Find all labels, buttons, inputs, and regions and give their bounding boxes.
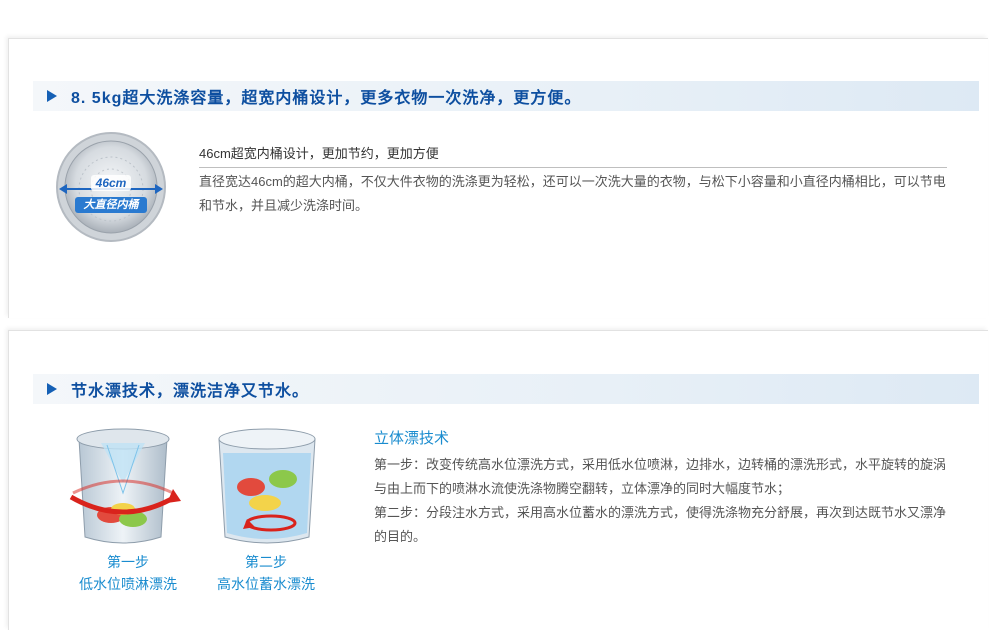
step-label: 第二步: [245, 554, 287, 570]
rinse-paragraph: 第二步：分段注水方式，采用高水位蓄水的漂洗方式，使得洗涤物充分舒展，再次到达既节…: [374, 505, 947, 544]
drum-size-label: 46cm: [95, 176, 127, 190]
section-banner: 8. 5kg超大洗涤容量，超宽内桶设计，更多衣物一次洗净，更方便。: [33, 81, 979, 111]
step-label: 第一步: [107, 554, 149, 570]
drum-caption: 大直径内桶: [83, 199, 139, 211]
section-banner: 节水漂技术，漂洗洁净又节水。: [33, 374, 979, 404]
feature-description: 直径宽达46cm的超大内桶，不仅大件衣物的洗涤更为轻松，还可以一次洗大量的衣物，…: [199, 174, 946, 213]
rinse-title: 立体漂技术: [374, 430, 450, 447]
play-triangle-icon: [47, 383, 57, 395]
feature-title: 46cm超宽内桶设计，更加节约，更加方便: [199, 143, 947, 168]
step-one-caption: 第一步 低水位喷淋漂洗: [67, 551, 189, 595]
rinse-description: 第一步：改变传统高水位漂洗方式，采用低水位喷淋，边排水，边转桶的漂洗形式，水平旋…: [374, 453, 949, 549]
play-triangle-icon: [47, 90, 57, 102]
banner-title: 8. 5kg超大洗涤容量，超宽内桶设计，更多衣物一次洗净，更方便。: [71, 90, 582, 107]
drum-icon: 46cm 大直径内桶: [53, 129, 169, 245]
tub-spray-icon: [61, 423, 185, 551]
step-two-caption: 第二步 高水位蓄水漂洗: [205, 551, 327, 595]
step-caption: 高水位蓄水漂洗: [217, 576, 315, 592]
banner-title: 节水漂技术，漂洗洁净又节水。: [71, 383, 310, 400]
rinse-paragraph: 第一步：改变传统高水位漂洗方式，采用低水位喷淋，边排水，边转桶的漂洗形式，水平旋…: [374, 457, 947, 496]
tub-fill-icon: [205, 423, 329, 551]
rinse-section: 节水漂技术，漂洗洁净又节水。 第一步 低水位喷淋漂洗 第二步 高水位蓄水漂洗 立…: [8, 330, 988, 630]
capacity-section: 8. 5kg超大洗涤容量，超宽内桶设计，更多衣物一次洗净，更方便。 46cm 大…: [8, 38, 988, 318]
step-caption: 低水位喷淋漂洗: [79, 576, 177, 592]
